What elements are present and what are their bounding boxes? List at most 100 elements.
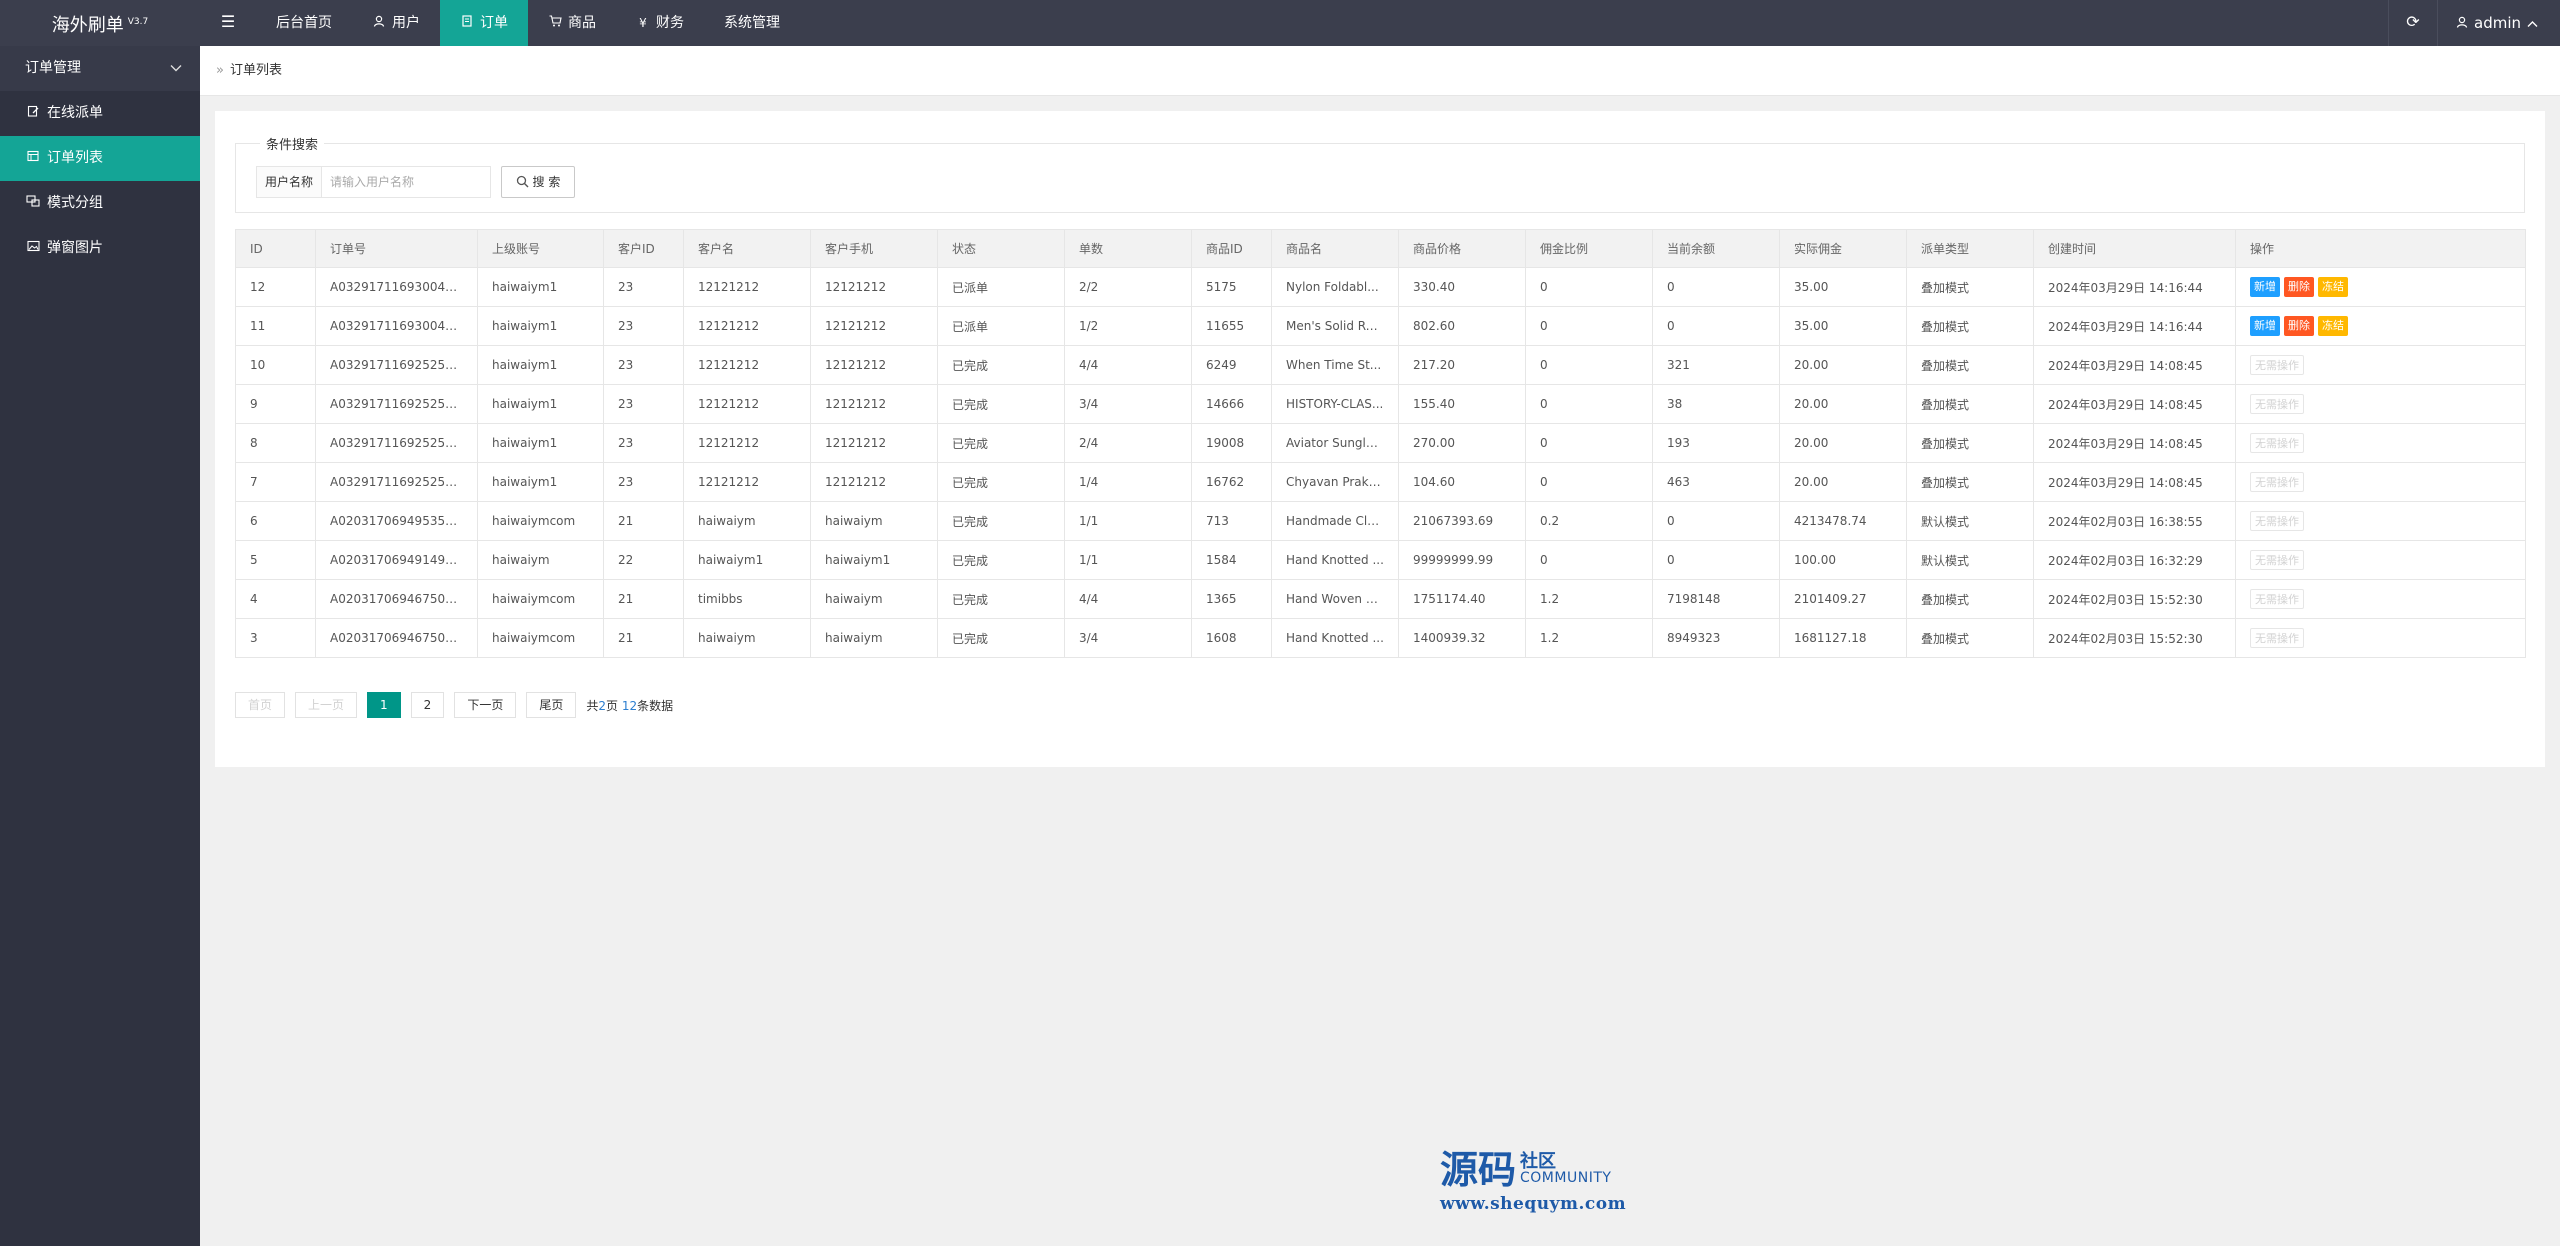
page-2-button[interactable]: 2 bbox=[410, 692, 445, 718]
col-status: 状态 bbox=[937, 229, 1065, 268]
col-commission: 实际佣金 bbox=[1779, 229, 1907, 268]
cell-actions: 新增 删除 冻结 bbox=[2235, 267, 2526, 307]
cell-commission-rate: 0 bbox=[1525, 267, 1653, 307]
nav-finance[interactable]: ¥ 财务 bbox=[616, 0, 704, 46]
pagination-total-pages: 2 bbox=[598, 698, 606, 713]
sidebar-group-orders[interactable]: 订单管理 bbox=[0, 46, 200, 91]
menu-toggle-icon[interactable]: ☰ bbox=[200, 0, 256, 46]
cell-dispatch-type[interactable]: 叠加模式 bbox=[1906, 462, 2034, 502]
watermark-side: 社区 COMMUNITY bbox=[1520, 1153, 1611, 1190]
cell-parent-account: haiwaiym1 bbox=[477, 267, 604, 307]
cell-count: 2/4 bbox=[1064, 423, 1192, 463]
first-page-button[interactable]: 首页 bbox=[235, 692, 286, 718]
breadcrumb-separator: » bbox=[216, 63, 224, 78]
sidebar-item-online-dispatch[interactable]: 在线派单 bbox=[0, 91, 200, 136]
sidebar-item-mode-group[interactable]: 模式分组 bbox=[0, 181, 200, 226]
cell-goods-price: 155.40 bbox=[1398, 384, 1526, 424]
top-nav: 后台首页 用户 订单 商品 ¥ 财务 系统管理 bbox=[256, 0, 800, 46]
cell-customer-name: 12121212 bbox=[683, 423, 811, 463]
add-button[interactable]: 新增 bbox=[2250, 316, 2280, 336]
cell-balance: 0 bbox=[1652, 267, 1780, 307]
username-input[interactable] bbox=[321, 166, 491, 198]
cell-status: 已完成 bbox=[937, 618, 1065, 658]
cell-dispatch-type[interactable]: 叠加模式 bbox=[1906, 618, 2034, 658]
cell-actions: 无需操作 bbox=[2235, 423, 2526, 463]
freeze-button[interactable]: 冻结 bbox=[2318, 316, 2348, 336]
cell-commission: 20.00 bbox=[1779, 462, 1907, 502]
cell-customer-id: 23 bbox=[603, 384, 684, 424]
cell-goods-price: 99999999.99 bbox=[1398, 540, 1526, 580]
nav-goods[interactable]: 商品 bbox=[528, 0, 616, 46]
cell-actions: 新增 删除 冻结 bbox=[2235, 306, 2526, 346]
list-icon bbox=[25, 136, 41, 181]
pagination-suffix: 条数据 bbox=[637, 698, 674, 713]
col-id: ID bbox=[235, 229, 316, 268]
delete-button[interactable]: 删除 bbox=[2284, 316, 2314, 336]
admin-name: admin bbox=[2474, 14, 2521, 32]
cell-dispatch-type[interactable]: 叠加模式 bbox=[1906, 579, 2034, 619]
cell-dispatch-type[interactable]: 叠加模式 bbox=[1906, 423, 2034, 463]
last-page-button[interactable]: 尾页 bbox=[526, 692, 577, 718]
cell-dispatch-type[interactable]: 叠加模式 bbox=[1906, 345, 2034, 385]
cell-goods-id: 11655 bbox=[1191, 306, 1272, 346]
cell-order-no: A02031706946750487 bbox=[315, 618, 478, 658]
cell-created-time: 2024年02月03日 16:38:55 bbox=[2033, 501, 2236, 541]
cell-parent-account: haiwaiymcom bbox=[477, 618, 604, 658]
freeze-button[interactable]: 冻结 bbox=[2318, 277, 2348, 297]
cell-order-no: A03291711693004610 bbox=[315, 306, 478, 346]
cell-id: 12 bbox=[235, 267, 316, 307]
nav-users-label: 用户 bbox=[392, 15, 420, 31]
breadcrumb-current[interactable]: 订单列表 bbox=[230, 63, 282, 78]
cell-customer-phone: 12121212 bbox=[810, 384, 938, 424]
cell-actions: 无需操作 bbox=[2235, 501, 2526, 541]
sidebar-group-label: 订单管理 bbox=[25, 60, 81, 76]
sidebar-item-label: 模式分组 bbox=[47, 195, 103, 211]
col-count: 单数 bbox=[1064, 229, 1192, 268]
cell-id: 5 bbox=[235, 540, 316, 580]
refresh-icon[interactable]: ⟳ bbox=[2388, 0, 2438, 46]
prev-page-button[interactable]: 上一页 bbox=[295, 692, 358, 718]
cell-commission-rate: 1.2 bbox=[1525, 618, 1653, 658]
cell-goods-price: 1400939.32 bbox=[1398, 618, 1526, 658]
app-logo[interactable]: 海外刷单 V3.7 bbox=[0, 0, 200, 46]
cell-dispatch-type[interactable]: 叠加模式 bbox=[1906, 306, 2034, 346]
cell-customer-phone: 12121212 bbox=[810, 306, 938, 346]
nav-system[interactable]: 系统管理 bbox=[704, 0, 800, 46]
cell-dispatch-type[interactable]: 默认模式 bbox=[1906, 501, 2034, 541]
nav-dashboard[interactable]: 后台首页 bbox=[256, 0, 352, 46]
nav-orders[interactable]: 订单 bbox=[440, 0, 528, 46]
cell-commission: 1681127.18 bbox=[1779, 618, 1907, 658]
sidebar: 订单管理 在线派单 订单列表 模式分组 弹窗图片 bbox=[0, 46, 200, 1246]
orders-table-body: 12 A03291711693004679 haiwaiym1 23 12121212 1… bbox=[235, 267, 2526, 658]
cell-created-time: 2024年03月29日 14:08:45 bbox=[2033, 423, 2236, 463]
nav-users[interactable]: 用户 bbox=[352, 0, 440, 46]
watermark-title: 源码 bbox=[1440, 1147, 1517, 1192]
next-page-button[interactable]: 下一页 bbox=[454, 692, 517, 718]
cell-commission-rate: 0.2 bbox=[1525, 501, 1653, 541]
cell-count: 2/2 bbox=[1064, 267, 1192, 307]
cell-created-time: 2024年02月03日 15:52:30 bbox=[2033, 579, 2236, 619]
page-1-button[interactable]: 1 bbox=[367, 692, 401, 718]
cell-dispatch-type[interactable]: 默认模式 bbox=[1906, 540, 2034, 580]
delete-button[interactable]: 删除 bbox=[2284, 277, 2314, 297]
admin-menu[interactable]: admin bbox=[2438, 0, 2560, 46]
breadcrumb: » 订单列表 bbox=[200, 46, 2560, 96]
cell-dispatch-type[interactable]: 叠加模式 bbox=[1906, 267, 2034, 307]
search-button[interactable]: 搜 索 bbox=[501, 166, 575, 198]
add-button[interactable]: 新增 bbox=[2250, 277, 2280, 297]
cell-customer-id: 23 bbox=[603, 267, 684, 307]
col-customer-id: 客户ID bbox=[603, 229, 684, 268]
cell-dispatch-type[interactable]: 叠加模式 bbox=[1906, 384, 2034, 424]
sidebar-item-popup-image[interactable]: 弹窗图片 bbox=[0, 226, 200, 271]
cell-created-time: 2024年02月03日 15:52:30 bbox=[2033, 618, 2236, 658]
cell-status: 已派单 bbox=[937, 306, 1065, 346]
cell-created-time: 2024年03月29日 14:08:45 bbox=[2033, 462, 2236, 502]
cell-order-no: A02031706946750731 bbox=[315, 579, 478, 619]
sidebar-item-order-list[interactable]: 订单列表 bbox=[0, 136, 200, 181]
chevron-up-icon bbox=[2527, 1, 2538, 45]
watermark-logo: 源码 社区 COMMUNITY www.shequym.com bbox=[1440, 1150, 1640, 1220]
col-balance: 当前余额 bbox=[1652, 229, 1780, 268]
cell-balance: 321 bbox=[1652, 345, 1780, 385]
top-bar: 海外刷单 V3.7 ☰ 后台首页 用户 订单 商品 ¥ 财务 系统管理 ⟳ ad… bbox=[0, 0, 2560, 46]
cell-goods-name: Hand Knotted ... bbox=[1271, 540, 1399, 580]
